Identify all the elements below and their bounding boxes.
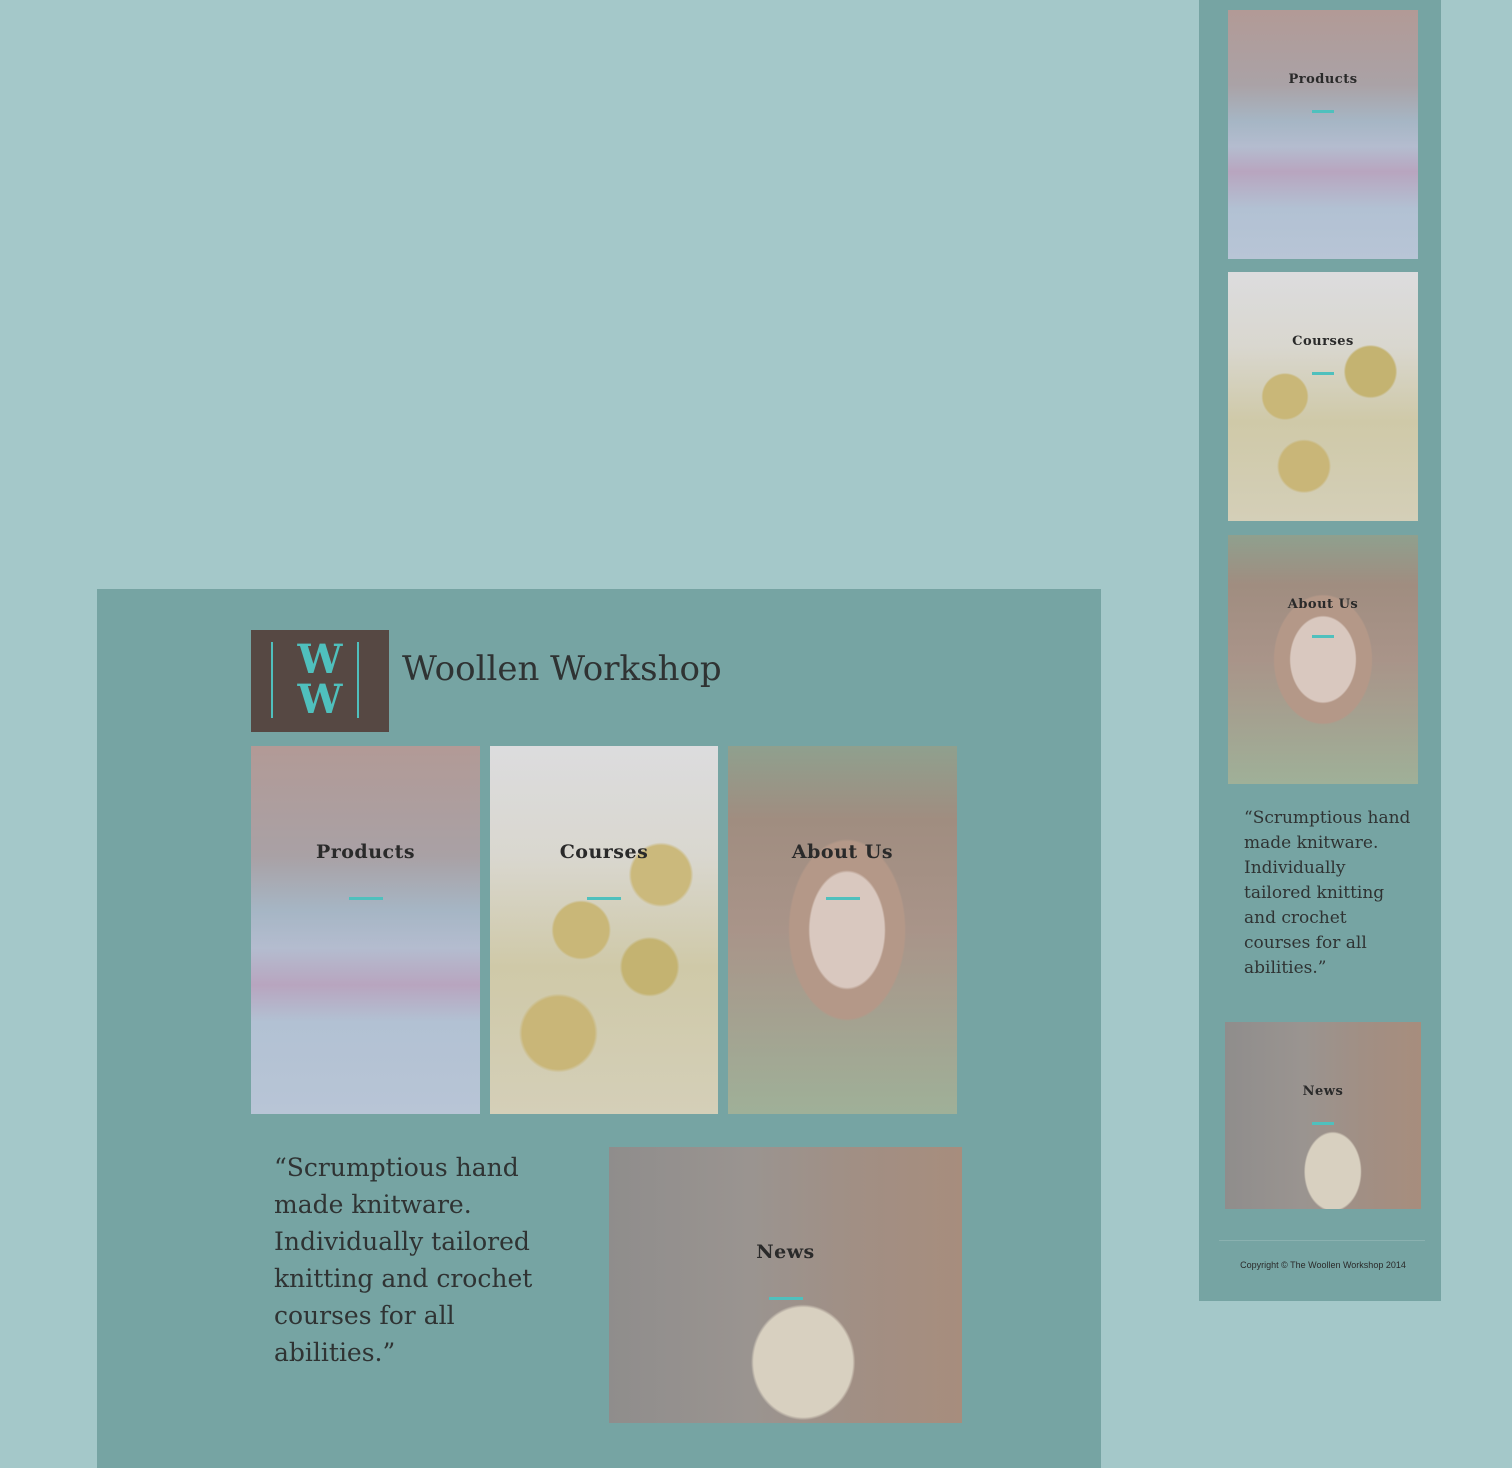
logo-letter-bottom: W <box>297 676 343 723</box>
tagline-quote: “Scrumptious hand made knitware. Individ… <box>274 1153 533 1367</box>
courses-tile-label: Courses <box>559 841 649 863</box>
mobile-news-tile-label: News <box>1302 1084 1344 1099</box>
footer-divider <box>1219 1240 1425 1241</box>
mobile-about-us-tile-label: About Us <box>1287 597 1359 612</box>
mobile-about-us-tile-accent <box>1312 635 1334 638</box>
mobile-products-tile[interactable]: Products <box>1228 10 1418 259</box>
courses-tile-accent <box>587 897 621 900</box>
site-title[interactable]: Woollen Workshop <box>402 649 722 689</box>
news-tile-label: News <box>756 1241 815 1263</box>
courses-tile[interactable]: Courses <box>490 746 718 1114</box>
products-tile-accent <box>348 897 383 900</box>
news-tile-accent <box>768 1297 803 1300</box>
mobile-news-tile[interactable]: News <box>1225 1022 1421 1209</box>
logo-letter-top: W <box>297 636 343 683</box>
about-us-tile[interactable]: About Us <box>728 746 957 1114</box>
mobile-products-tile-label: Products <box>1288 72 1358 87</box>
about-us-tile-label: About Us <box>791 841 894 863</box>
mobile-courses-tile[interactable]: Courses <box>1228 272 1418 521</box>
copyright-text: Copyright © The Woollen Workshop 2014 <box>1240 1260 1406 1270</box>
mobile-news-tile-accent <box>1312 1122 1334 1125</box>
mobile-layout: Products Courses About Us “Scrumptious h… <box>1199 0 1441 1301</box>
mobile-products-tile-accent <box>1312 110 1334 113</box>
desktop-layout: W W Woollen Workshop Products Courses Ab… <box>97 589 1101 1468</box>
news-tile[interactable]: News <box>609 1147 962 1423</box>
mobile-courses-tile-label: Courses <box>1292 334 1354 349</box>
mobile-about-us-tile[interactable]: About Us <box>1228 535 1418 784</box>
about-us-tile-accent <box>825 897 860 900</box>
products-tile[interactable]: Products <box>251 746 480 1114</box>
products-tile-label: Products <box>315 841 416 863</box>
logo[interactable]: W W <box>251 630 389 732</box>
mobile-tagline-quote: “Scrumptious hand made knitware. Individ… <box>1244 808 1411 978</box>
mobile-courses-tile-accent <box>1312 372 1334 375</box>
